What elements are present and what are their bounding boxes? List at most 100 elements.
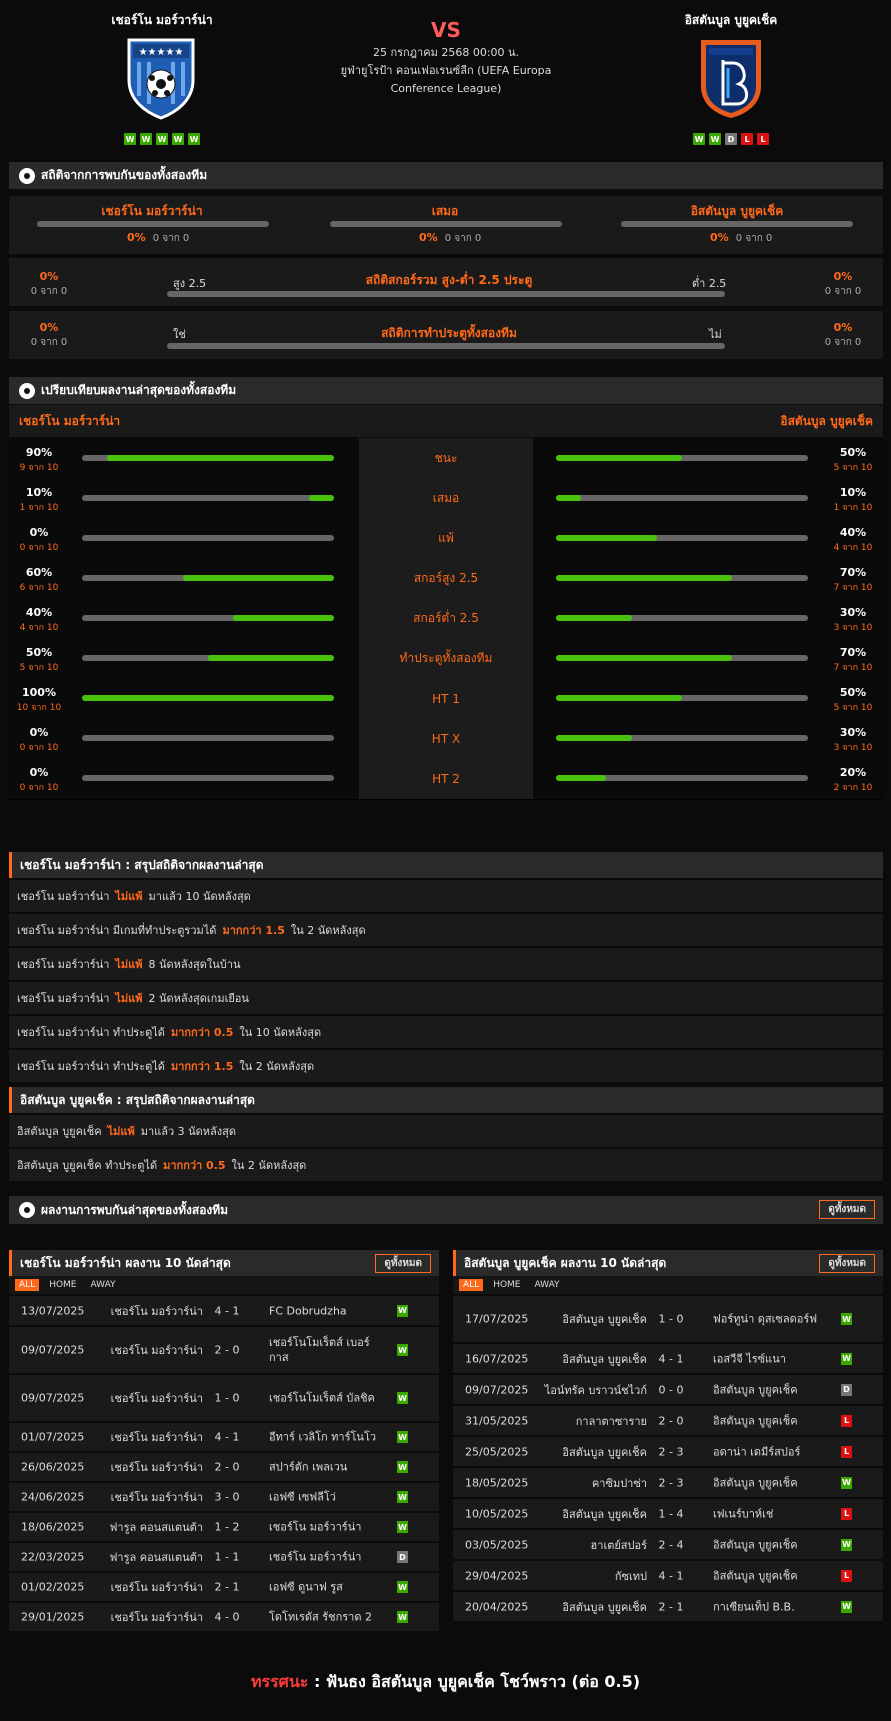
result-away-team: อิสตันบูล บูยูคเช็ค	[713, 1476, 798, 1489]
summary-row: เชอร์โน มอร์วาร์น่า ไม่แพ้ 8 นัดหลังสุดในบ…	[9, 948, 883, 980]
result-row[interactable]: 26/06/2025 เชอร์โน มอร์วาร์น่า 2 - 0 สปาร์ต…	[9, 1453, 439, 1481]
result-row[interactable]: 29/04/2025 กัซเทป 4 - 1 อิสตันบูล บูยูคเช็ค…	[453, 1561, 883, 1590]
h2h-draw-stat: 0% 0 จาก 0	[419, 231, 482, 244]
tab-home[interactable]: HOME	[45, 1279, 80, 1291]
compare-row-away: 40% 4 จาก 10	[534, 518, 883, 559]
away-pct: 50%	[839, 686, 867, 699]
result-row[interactable]: 10/05/2025 อิสตันบูล บูยูคเช็ค 1 - 4 เฟเนร์…	[453, 1499, 883, 1528]
away-bar-fill	[556, 575, 733, 581]
tab-away[interactable]: AWAY	[531, 1279, 564, 1291]
football-icon	[19, 1202, 35, 1218]
ou-left-label: สูง 2.5	[173, 277, 207, 290]
tab-home[interactable]: HOME	[489, 1279, 524, 1291]
result-row[interactable]: 20/04/2025 อิสตันบูล บูยูคเช็ค 2 - 1 กาเซีย…	[453, 1592, 883, 1621]
home-bar	[82, 695, 334, 701]
result-badge: W	[397, 1581, 408, 1593]
away-pct: 70%	[839, 646, 867, 659]
away-bar-fill	[556, 655, 733, 661]
prediction-label: ทรรศนะ	[250, 1672, 309, 1691]
result-row[interactable]: 09/07/2025 เชอร์โน มอร์วาร์น่า 1 - 0 เชอร์โ…	[9, 1375, 439, 1421]
result-score: 2 - 0	[214, 1343, 240, 1357]
compare-row-away: 30% 3 จาก 10	[534, 718, 883, 759]
home-bar-fill	[308, 495, 334, 501]
form-badge: L	[757, 133, 769, 145]
away-form-badges: WWDLL	[631, 133, 831, 145]
result-row[interactable]: 09/07/2025 เชอร์โน มอร์วาร์น่า 2 - 0 เชอร์โ…	[9, 1327, 439, 1373]
result-home-team: อิสตันบูล บูยูคเช็ค	[562, 1600, 647, 1614]
away-bar-fill	[556, 535, 657, 541]
home-results-tabs: ALL HOME AWAY	[9, 1276, 439, 1294]
result-row[interactable]: 16/07/2025 อิสตันบูล บูยูคเช็ค 4 - 1 เอสวีจ…	[453, 1344, 883, 1373]
summary-text-tail: 8 นัดหลังสุดในบ้าน	[148, 958, 241, 971]
home-pct: 40%	[25, 606, 53, 619]
result-row[interactable]: 29/01/2025 เชอร์โน มอร์วาร์น่า 4 - 0 โดโทเร…	[9, 1603, 439, 1631]
form-badge: W	[709, 133, 721, 145]
result-score: 4 - 0	[214, 1610, 240, 1624]
tab-all[interactable]: ALL	[15, 1279, 40, 1291]
compare-row-away: 50% 5 จาก 10	[534, 438, 883, 479]
btts-title: สถิติการทำประตูทั้งสองทีม	[381, 326, 517, 340]
result-away-team: โดโทเรดัส รัชกราด 2	[269, 1610, 372, 1624]
result-away-team: อิสตันบูล บูยูคเช็ค	[713, 1569, 798, 1582]
result-row[interactable]: 09/07/2025 ไอน์ทรัค บราวน์ชไวก์ 0 - 0 อิสตั…	[453, 1375, 883, 1404]
h2h-home-stat: 0% 0 จาก 0	[127, 231, 190, 244]
result-row[interactable]: 01/02/2025 เชอร์โน มอร์วาร์น่า 2 - 1 เอฟซี …	[9, 1573, 439, 1601]
result-score: 1 - 4	[658, 1507, 684, 1520]
away-results-view-all-button[interactable]: ดูทั้งหมด	[819, 1254, 875, 1273]
home-bar	[82, 735, 334, 741]
result-home-team: เชอร์โน มอร์วาร์น่า	[110, 1344, 203, 1357]
result-date: 13/07/2025	[21, 1304, 85, 1317]
result-badge: W	[397, 1521, 408, 1533]
home-bar	[82, 495, 334, 501]
h2h-panel: เชอร์โน มอร์วาร์น่า 0% 0 จาก 0 เสมอ 0% 0…	[9, 196, 883, 254]
tab-away[interactable]: AWAY	[87, 1279, 120, 1291]
compare-title: เปรียบเทียบผลงานล่าสุดของทั้งสองทีม	[41, 383, 237, 397]
result-home-team: คาซิมปาซ่า	[591, 1476, 647, 1490]
away-sub: 2 จาก 10	[833, 783, 873, 793]
result-row[interactable]: 22/03/2025 ฟารูล คอนสแตนต้า 1 - 1 เชอร์โน ม…	[9, 1543, 439, 1571]
btts-right-pct: 0%	[833, 321, 853, 334]
compare-row-away: 50% 5 จาก 10	[534, 678, 883, 719]
h2h-away-label: อิสตันบูล บูยูคเช็ค	[690, 204, 784, 218]
recent-h2h-view-all-button[interactable]: ดูทั้งหมด	[819, 1200, 875, 1219]
compare-row: 90% 9 จาก 10 ชนะ 50% 5 จาก 10	[9, 438, 883, 480]
compare-row-away: 10% 1 จาก 10	[534, 478, 883, 519]
home-sub: 1 จาก 10	[19, 503, 59, 513]
tab-all[interactable]: ALL	[459, 1279, 484, 1291]
prediction: ทรรศนะ : ฟันธง อิสตันบูล บูยูคเช็ค โชว์พ…	[0, 1670, 891, 1695]
result-home-team: ฮาเตย์สปอร์	[590, 1538, 647, 1552]
result-row[interactable]: 01/07/2025 เชอร์โน มอร์วาร์น่า 4 - 1 อีทาร์…	[9, 1423, 439, 1451]
compare-row-away: 70% 7 จาก 10	[534, 558, 883, 599]
compare-row-away: 70% 7 จาก 10	[534, 638, 883, 679]
result-row[interactable]: 18/06/2025 ฟารูล คอนสแตนต้า 1 - 2 เชอร์โน ม…	[9, 1513, 439, 1541]
home-form-badges: WWWWW	[62, 133, 262, 145]
result-date: 01/02/2025	[21, 1580, 85, 1594]
away-bar	[556, 535, 808, 541]
result-home-team: อิสตันบูล บูยูคเช็ค	[562, 1507, 647, 1521]
result-away-team: เฟเนร์บาห์เช่	[713, 1507, 774, 1520]
away-results: อิสตันบูล บูยูคเช็ค ผลงาน 10 นัดล่าสุด ด…	[453, 1250, 883, 1630]
result-row[interactable]: 18/05/2025 คาซิมปาซ่า 2 - 3 อิสตันบูล บูยูค…	[453, 1468, 883, 1497]
away-team-logo	[695, 36, 767, 120]
result-row[interactable]: 25/05/2025 อิสตันบูล บูยูคเช็ค 2 - 3 อดาน่า…	[453, 1437, 883, 1466]
result-row[interactable]: 24/06/2025 เชอร์โน มอร์วาร์น่า 3 - 0 เอฟซี …	[9, 1483, 439, 1511]
summary-text: เชอร์โน มอร์วาร์น่า มีเกมที่ทำประตูรวมได…	[17, 924, 217, 937]
football-icon	[19, 167, 35, 184]
result-badge: D	[397, 1551, 408, 1563]
result-row[interactable]: 03/05/2025 ฮาเตย์สปอร์ 2 - 4 อิสตันบูล บูยู…	[453, 1530, 883, 1559]
summary-text: เชอร์โน มอร์วาร์น่า ทำประตูได้	[17, 1026, 165, 1039]
home-results-header: เชอร์โน มอร์วาร์น่า ผลงาน 10 นัดล่าสุด ด…	[9, 1250, 439, 1276]
result-date: 20/04/2025	[465, 1600, 529, 1613]
away-sub: 5 จาก 10	[833, 463, 873, 473]
home-results-view-all-button[interactable]: ดูทั้งหมด	[375, 1254, 431, 1273]
summary-text-tail: ใน 2 นัดหลังสุด	[239, 1060, 315, 1073]
summary-row: เชอร์โน มอร์วาร์น่า ทำประตูได้ มากกว่า 0.…	[9, 1016, 883, 1048]
result-away-team: เชอร์โนโมเร็ตส์ บัลชิค	[269, 1391, 375, 1405]
result-row[interactable]: 31/05/2025 กาลาตาซาราย 2 - 0 อิสตันบูล บูยู…	[453, 1406, 883, 1435]
result-badge: L	[841, 1569, 852, 1582]
h2h-draw-label: เสมอ	[431, 204, 459, 218]
summary-home-title: เชอร์โน มอร์วาร์น่า : สรุปสถิติจากผลงานล…	[9, 852, 883, 878]
result-row[interactable]: 13/07/2025 เชอร์โน มอร์วาร์น่า 4 - 1 FC Dob…	[9, 1296, 439, 1325]
vs-label: VS	[431, 18, 461, 42]
result-row[interactable]: 17/07/2025 อิสตันบูล บูยูคเช็ค 1 - 0 ฟอร์ทู…	[453, 1296, 883, 1342]
